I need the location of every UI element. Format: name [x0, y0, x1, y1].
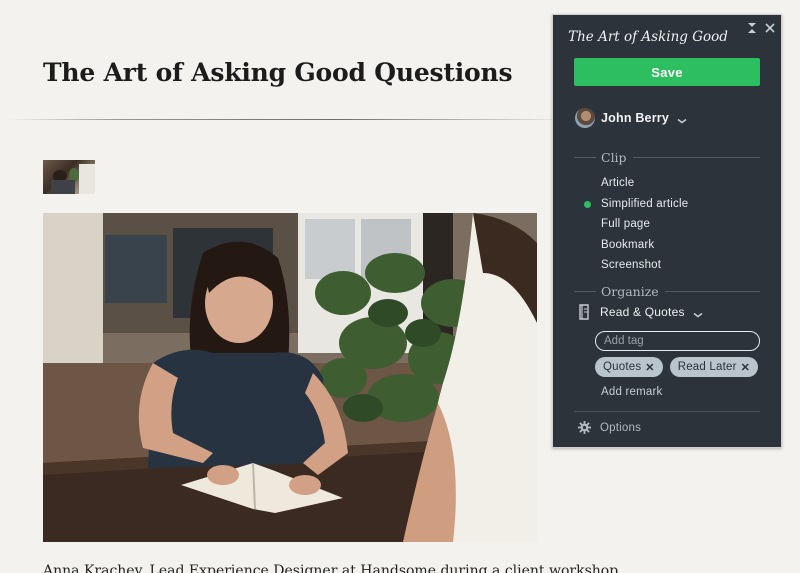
tag-list: Quotes ✕ Read Later ✕ [595, 357, 759, 377]
notebook-selector[interactable]: Read & Quotes [578, 304, 703, 320]
divider [574, 411, 760, 412]
chevron-down-icon [677, 113, 687, 124]
gear-icon [578, 421, 591, 434]
account-selector[interactable]: John Berry [575, 107, 687, 129]
article-photo [43, 213, 537, 542]
clip-option-label: Full page [601, 218, 651, 231]
selected-indicator [584, 200, 591, 208]
collapse-icon[interactable] [746, 21, 758, 35]
account-name: John Berry [601, 111, 669, 125]
clip-option-label: Screenshot [601, 259, 662, 272]
clip-option-label: Simplified article [601, 197, 689, 210]
tag-chip[interactable]: Quotes ✕ [595, 357, 663, 377]
tag-label: Quotes [603, 361, 642, 373]
options-label: Options [600, 421, 642, 434]
clip-option-full-page[interactable]: Full page [582, 214, 688, 235]
clip-option-simplified-article[interactable]: Simplified article [582, 194, 688, 215]
clip-options-list: Article Simplified article Full page Boo… [582, 173, 688, 276]
clip-title[interactable]: The Art of Asking Good [553, 29, 743, 45]
clip-section-header: Clip [574, 149, 760, 165]
article-thumbnail[interactable] [43, 160, 95, 194]
clip-option-screenshot[interactable]: Screenshot [582, 255, 688, 276]
options-button[interactable]: Options [578, 421, 641, 434]
add-remark-link[interactable]: Add remark [601, 386, 662, 398]
tag-chip[interactable]: Read Later ✕ [669, 357, 759, 377]
clip-option-label: Bookmark [601, 238, 655, 251]
organize-section-label: Organize [601, 283, 659, 299]
organize-section-header: Organize [574, 283, 760, 299]
tag-label: Read Later [677, 361, 737, 373]
title-divider [8, 119, 554, 120]
save-button[interactable]: Save [574, 58, 760, 86]
clip-option-bookmark[interactable]: Bookmark [582, 235, 688, 256]
page-title: The Art of Asking Good Questions [43, 58, 513, 87]
close-icon[interactable]: ✕ [741, 361, 750, 374]
close-icon[interactable] [764, 21, 776, 35]
tag-input[interactable] [595, 331, 760, 351]
avatar [575, 108, 595, 128]
web-clipper-panel: The Art of Asking Good Save John Berry C… [552, 14, 782, 448]
notebook-icon [578, 304, 590, 320]
photo-caption: Anna Krachey, Lead Experience Designer a… [43, 563, 619, 573]
clip-option-article[interactable]: Article [582, 173, 688, 194]
clip-option-label: Article [601, 177, 635, 189]
clip-section-label: Clip [601, 149, 627, 165]
chevron-down-icon [693, 307, 703, 318]
close-icon[interactable]: ✕ [645, 361, 654, 374]
notebook-name: Read & Quotes [600, 305, 685, 319]
